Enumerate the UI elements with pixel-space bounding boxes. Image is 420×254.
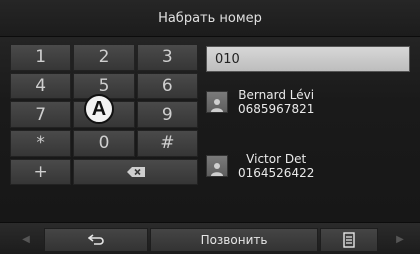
- key-0[interactable]: 0: [73, 129, 135, 157]
- chevron-right-icon[interactable]: ▶: [392, 231, 408, 247]
- key-2[interactable]: 2: [73, 44, 135, 71]
- dialer-screen: Набрать номер 1 2 3 4 5 6 7 8 9 * 0 # + …: [0, 0, 420, 254]
- chevron-left-icon[interactable]: ◀: [18, 231, 34, 247]
- title-bar: Набрать номер: [0, 0, 420, 37]
- key-plus[interactable]: +: [10, 158, 72, 186]
- key-star[interactable]: *: [10, 129, 72, 157]
- backspace-icon: [126, 166, 145, 177]
- contact-name: Bernard Lévi: [238, 88, 315, 102]
- key-4[interactable]: 4: [10, 72, 72, 100]
- back-arrow-icon: [88, 234, 104, 245]
- contact-text: Victor Det 0164526422: [238, 152, 314, 180]
- back-button[interactable]: [44, 228, 148, 252]
- contact-item[interactable]: Victor Det 0164526422: [200, 142, 414, 190]
- phonebook-button[interactable]: [320, 228, 378, 252]
- dialed-number-field[interactable]: 010: [206, 46, 410, 72]
- contact-avatar-icon: [206, 155, 228, 177]
- dialed-number-value: 010: [215, 51, 240, 67]
- contact-text: Bernard Lévi 0685967821: [238, 88, 314, 116]
- dial-keypad: 1 2 3 4 5 6 7 8 9 * 0 # +: [10, 44, 198, 214]
- contact-item[interactable]: Bernard Lévi 0685967821: [200, 78, 414, 126]
- phonebook-icon: [343, 232, 355, 248]
- key-9[interactable]: 9: [136, 101, 198, 128]
- key-hash[interactable]: #: [136, 129, 198, 157]
- contact-phone: 0164526422: [238, 166, 315, 180]
- page-title: Набрать номер: [158, 10, 262, 26]
- contact-phone: 0685967821: [238, 102, 315, 116]
- contact-suggestions: Bernard Lévi 0685967821 Victor Det 01645…: [200, 78, 414, 218]
- key-7[interactable]: 7: [10, 101, 72, 128]
- call-button-label: Позвонить: [200, 233, 268, 247]
- backspace-button[interactable]: [73, 158, 198, 186]
- key-1[interactable]: 1: [10, 44, 72, 71]
- call-button[interactable]: Позвонить: [150, 228, 318, 252]
- contact-avatar-icon: [206, 91, 228, 113]
- contact-name: Victor Det: [246, 152, 307, 166]
- bottom-bar: ◀ Позвонить ▶: [0, 222, 420, 254]
- key-6[interactable]: 6: [136, 72, 198, 100]
- callout-marker: A: [84, 94, 114, 124]
- key-3[interactable]: 3: [136, 44, 198, 71]
